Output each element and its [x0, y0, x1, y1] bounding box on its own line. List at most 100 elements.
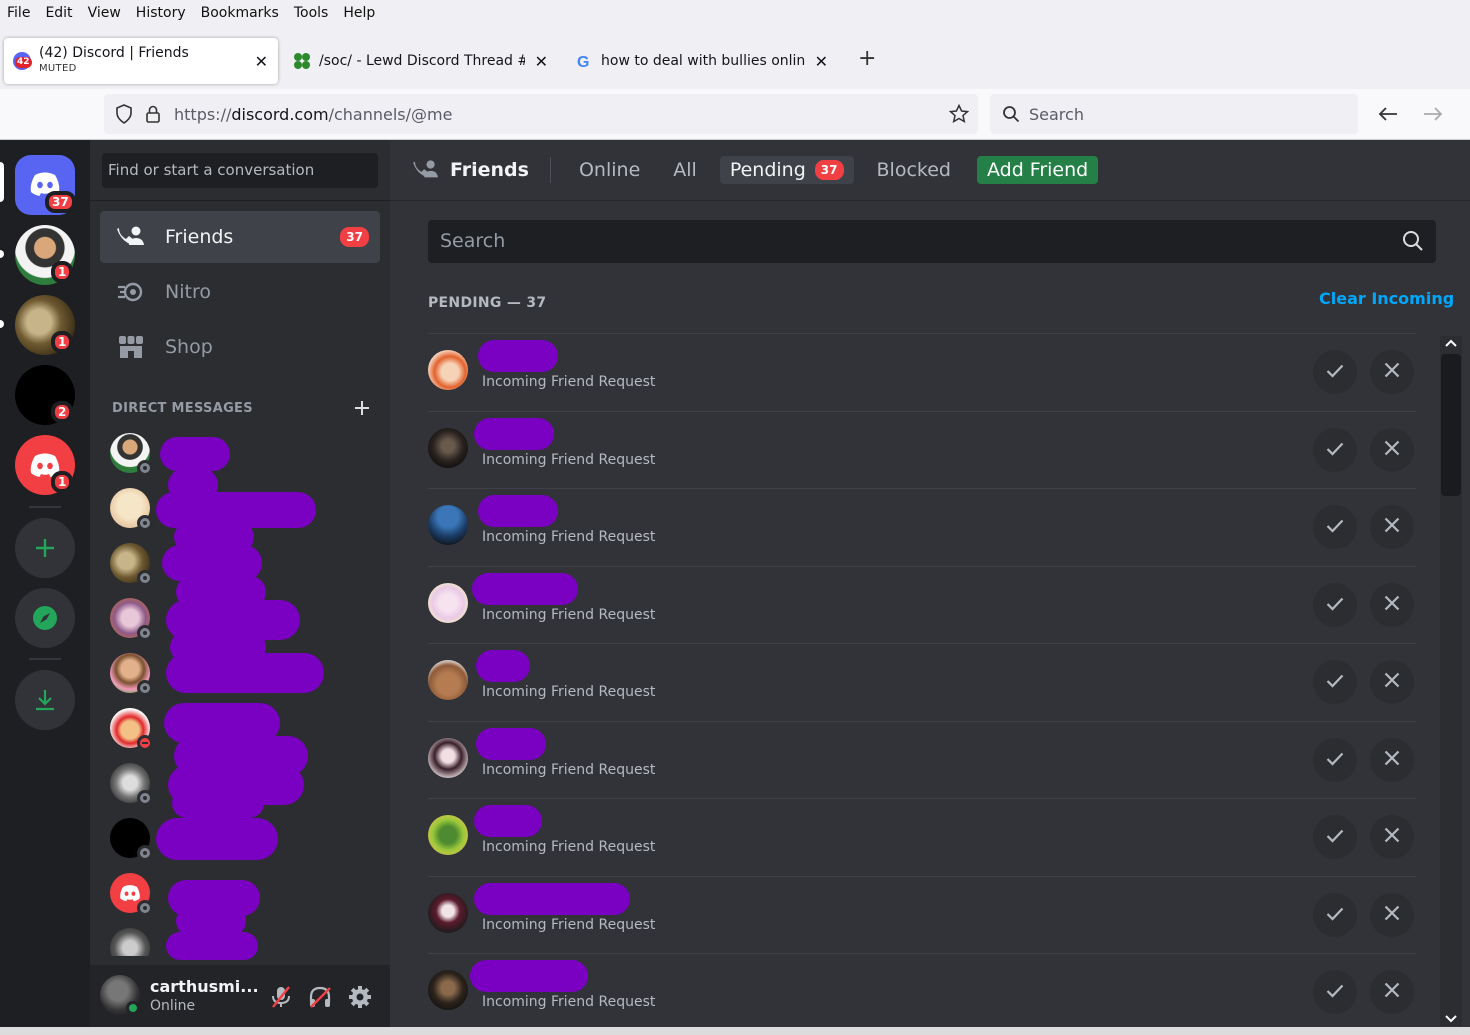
accept-button[interactable] — [1313, 660, 1357, 704]
download-apps-button[interactable] — [15, 670, 75, 730]
add-friend-button[interactable]: Add Friend — [976, 156, 1099, 184]
deafen-button[interactable] — [306, 983, 334, 1011]
clear-incoming-button[interactable]: Clear Incoming — [1319, 289, 1454, 308]
status-offline-icon — [137, 680, 153, 696]
friend-request-row[interactable]: Incoming Friend Request — [428, 333, 1416, 410]
home-button[interactable]: 37 — [15, 155, 76, 215]
sidebar-item-nitro[interactable]: Nitro — [100, 266, 380, 318]
server-icon[interactable]: 1 — [15, 225, 75, 285]
scrollbar[interactable] — [1440, 336, 1462, 1026]
friend-request-row[interactable]: Incoming Friend Request — [428, 721, 1416, 798]
accept-button[interactable] — [1313, 505, 1357, 549]
menu-bar: File Edit View History Bookmarks Tools H… — [0, 0, 1470, 26]
ignore-button[interactable] — [1370, 505, 1414, 549]
scrollbar-thumb[interactable] — [1441, 354, 1461, 496]
accept-button[interactable] — [1313, 893, 1357, 937]
accept-button[interactable] — [1313, 970, 1357, 1014]
menu-view[interactable]: View — [88, 5, 121, 21]
tab-title: (42) Discord | Friends — [39, 45, 189, 61]
tab-all[interactable]: All — [663, 156, 707, 184]
ignore-button[interactable] — [1370, 660, 1414, 704]
check-icon — [1326, 518, 1344, 537]
pending-count-header: PENDING — 37 — [428, 295, 547, 311]
browser-search-field[interactable]: Search — [990, 94, 1358, 134]
accept-button[interactable] — [1313, 815, 1357, 859]
ignore-button[interactable] — [1370, 893, 1414, 937]
lock-icon[interactable] — [145, 104, 161, 124]
bookmark-star-icon[interactable] — [949, 104, 969, 124]
tab-online[interactable]: Online — [569, 156, 650, 184]
scroll-up-icon[interactable] — [1445, 338, 1457, 348]
add-server-button[interactable] — [15, 518, 75, 578]
sidebar-item-shop[interactable]: Shop — [100, 321, 380, 373]
request-type-label: Incoming Friend Request — [482, 762, 656, 778]
status-offline-icon — [137, 460, 153, 476]
redaction-scribble — [478, 340, 558, 372]
close-icon[interactable]: ✕ — [815, 52, 828, 71]
close-icon — [1384, 440, 1400, 460]
pending-search-input[interactable]: Search — [428, 220, 1436, 263]
divider — [549, 157, 551, 183]
server-icon[interactable]: 1 — [15, 435, 75, 495]
server-badge: 1 — [51, 471, 74, 493]
ignore-button[interactable] — [1370, 583, 1414, 627]
tab-google[interactable]: G how to deal with bullies online ✕ — [566, 38, 832, 84]
topbar-title: Friends — [412, 159, 529, 181]
friend-request-row[interactable]: Incoming Friend Request — [428, 566, 1416, 643]
redaction-scribble — [172, 788, 264, 818]
ignore-button[interactable] — [1370, 970, 1414, 1014]
friend-request-row[interactable]: Incoming Friend Request — [428, 953, 1416, 1030]
ignore-button[interactable] — [1370, 815, 1414, 859]
user-panel: carthusmi... Online — [90, 965, 390, 1035]
accept-button[interactable] — [1313, 350, 1357, 394]
tab-4chan[interactable]: /soc/ - Lewd Discord Thread #1 ✕ — [284, 38, 550, 84]
tab-blocked[interactable]: Blocked — [867, 156, 961, 184]
request-type-label: Incoming Friend Request — [482, 994, 656, 1010]
ignore-button[interactable] — [1370, 428, 1414, 472]
friend-request-row[interactable]: Incoming Friend Request — [428, 643, 1416, 720]
redaction-scribble — [174, 522, 254, 552]
accept-button[interactable] — [1313, 428, 1357, 472]
scroll-down-icon[interactable] — [1445, 1014, 1457, 1024]
mute-button[interactable] — [267, 983, 295, 1011]
forward-arrow-icon[interactable] — [1423, 106, 1443, 122]
redaction-scribble — [476, 650, 530, 682]
new-tab-plus-icon[interactable]: + — [858, 46, 876, 71]
sidebar-item-friends[interactable]: Friends 37 — [100, 211, 380, 263]
menu-help[interactable]: Help — [343, 5, 375, 21]
menu-edit[interactable]: Edit — [45, 5, 72, 21]
create-dm-plus-icon[interactable] — [354, 400, 370, 416]
close-icon[interactable]: ✕ — [255, 52, 268, 71]
accept-button[interactable] — [1313, 583, 1357, 627]
ignore-button[interactable] — [1370, 350, 1414, 394]
explore-servers-button[interactable] — [15, 588, 75, 648]
nav-bar: https://discord.com/channels/@me Search — [0, 89, 1470, 140]
ignore-button[interactable] — [1370, 738, 1414, 782]
accept-button[interactable] — [1313, 738, 1357, 782]
friend-request-row[interactable]: Incoming Friend Request — [428, 488, 1416, 565]
find-conversation-input[interactable]: Find or start a conversation — [102, 153, 378, 188]
friend-request-row[interactable]: Incoming Friend Request — [428, 876, 1416, 953]
avatar — [428, 970, 468, 1010]
request-type-label: Incoming Friend Request — [482, 607, 656, 623]
close-icon[interactable]: ✕ — [535, 52, 548, 71]
menu-history[interactable]: History — [136, 5, 186, 21]
server-icon[interactable]: 2 — [15, 365, 75, 425]
status-dnd-icon — [137, 735, 153, 751]
shield-icon[interactable] — [115, 104, 133, 124]
friend-request-row[interactable]: Incoming Friend Request — [428, 411, 1416, 488]
menu-tools[interactable]: Tools — [294, 5, 329, 21]
settings-button[interactable] — [346, 983, 374, 1011]
back-arrow-icon[interactable] — [1378, 106, 1398, 122]
username[interactable]: carthusmi... — [150, 977, 259, 996]
menu-bookmarks[interactable]: Bookmarks — [201, 5, 279, 21]
dm-item[interactable] — [110, 433, 380, 476]
server-icon[interactable]: 1 — [15, 295, 75, 355]
menu-file[interactable]: File — [7, 5, 30, 21]
friend-request-row[interactable]: Incoming Friend Request — [428, 798, 1416, 875]
close-icon — [1384, 517, 1400, 537]
tab-discord[interactable]: 42 (42) Discord | Friends MUTED ✕ — [4, 38, 278, 84]
divider — [90, 200, 390, 201]
tab-pending[interactable]: Pending 37 — [719, 156, 854, 184]
url-bar[interactable]: https://discord.com/channels/@me — [104, 94, 978, 134]
